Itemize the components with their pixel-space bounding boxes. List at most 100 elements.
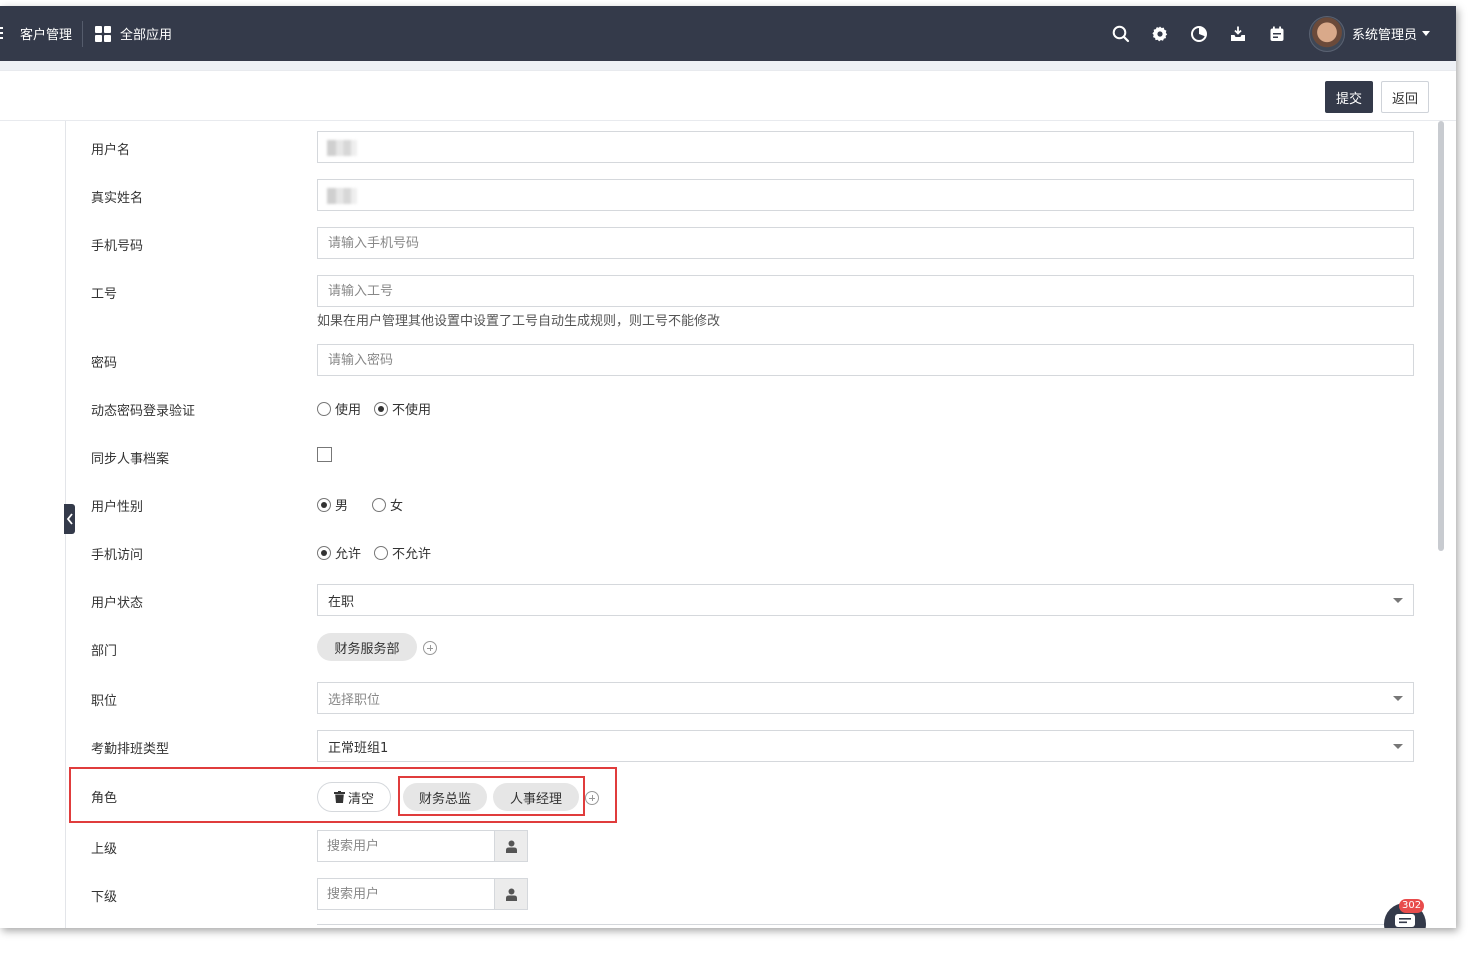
- gender-option-female: 女: [390, 499, 404, 514]
- radio-circle: [374, 545, 389, 560]
- label-department: 部门: [91, 644, 118, 659]
- back-button[interactable]: 返回: [1381, 81, 1429, 113]
- gender-radio-female[interactable]: 女: [372, 495, 403, 514]
- mobile-radio-deny[interactable]: 不允许: [374, 543, 431, 562]
- nav-all-apps[interactable]: 全部应用: [83, 6, 172, 61]
- status-value: 在职: [328, 594, 355, 610]
- chat-icon: [1395, 914, 1415, 927]
- label-superior: 上级: [91, 842, 118, 857]
- chevron-down-icon: [1393, 696, 1403, 701]
- row-phone: 手机号码: [66, 226, 1436, 260]
- search-icon[interactable]: [1111, 24, 1131, 44]
- next-field-edge: [317, 924, 1414, 928]
- row-sync-hr: 同步人事档案: [66, 446, 1436, 467]
- mobile-option-deny: 不允许: [392, 547, 432, 562]
- phone-input[interactable]: [317, 227, 1414, 259]
- radio-circle-selected: [374, 401, 389, 416]
- otp-radio-nouse[interactable]: 不使用: [374, 399, 431, 418]
- row-superior: 上级: [66, 829, 1436, 863]
- highlight-box-inner: [398, 776, 585, 816]
- label-status: 用户状态: [91, 596, 144, 611]
- label-position: 职位: [91, 694, 118, 709]
- label-username: 用户名: [91, 143, 131, 158]
- superior-search: [317, 830, 528, 862]
- label-password: 密码: [91, 356, 118, 371]
- app-window: 客户管理 全部应用 系统管理员 提交 返回 用户名 真实姓名 手机号码 请输入手…: [0, 6, 1456, 928]
- row-shift: 考勤排班类型 正常班组1: [66, 729, 1436, 763]
- user-icon: [505, 840, 517, 853]
- radio-circle: [372, 497, 387, 512]
- chevron-down-icon: [1393, 598, 1403, 603]
- gender-option-male: 男: [335, 499, 349, 514]
- superior-search-input[interactable]: [318, 831, 494, 861]
- gender-radio-group: 男 女: [317, 495, 416, 514]
- row-subordinate: 下级: [66, 877, 1436, 911]
- username-input[interactable]: [317, 131, 1414, 163]
- nav-customer-management[interactable]: 客户管理: [12, 6, 82, 61]
- otp-radio-use[interactable]: 使用: [317, 399, 361, 418]
- otp-option-nouse: 不使用: [392, 403, 432, 418]
- nav-all-apps-label: 全部应用: [120, 28, 173, 43]
- position-select[interactable]: 选择职位: [317, 682, 1414, 714]
- avatar[interactable]: [1308, 15, 1345, 52]
- row-jobno: 工号 如果在用户管理其他设置中设置了工号自动生成规则，则工号不能修改: [66, 274, 1436, 330]
- row-status: 用户状态 在职: [66, 583, 1436, 617]
- gear-icon[interactable]: [1150, 24, 1170, 44]
- subordinate-search-input[interactable]: [318, 879, 494, 909]
- label-sync-hr: 同步人事档案: [91, 452, 170, 467]
- mobile-access-radio-group: 允许 不允许: [317, 543, 444, 562]
- gender-radio-male[interactable]: 男: [317, 495, 348, 514]
- header-strip: [0, 61, 1456, 70]
- label-mobile-access: 手机访问: [91, 548, 144, 563]
- radio-circle: [317, 401, 331, 416]
- pie-chart-icon[interactable]: [1189, 24, 1209, 44]
- row-gender: 用户性别 男 女: [66, 494, 1436, 515]
- otp-option-use: 使用: [335, 403, 362, 418]
- subordinate-pick-button[interactable]: [494, 879, 527, 909]
- user-menu-caret-icon[interactable]: [1422, 31, 1430, 36]
- jobno-input[interactable]: [317, 275, 1414, 307]
- label-realname: 真实姓名: [91, 191, 144, 206]
- radio-circle-selected: [317, 497, 331, 512]
- row-mobile-access: 手机访问 允许 不允许: [66, 542, 1436, 563]
- realname-redacted-value: [327, 188, 357, 204]
- top-nav-bar: 客户管理 全部应用 系统管理员: [0, 6, 1456, 61]
- calendar-icon[interactable]: [1267, 24, 1287, 44]
- username-redacted-value: [327, 140, 357, 156]
- label-jobno: 工号: [91, 287, 118, 302]
- position-placeholder: 选择职位: [328, 692, 381, 708]
- realname-input[interactable]: [317, 179, 1414, 211]
- label-phone: 手机号码: [91, 239, 144, 254]
- row-username: 用户名: [66, 130, 1436, 164]
- scrollbar-thumb[interactable]: [1438, 121, 1444, 551]
- department-tag[interactable]: 财务服务部: [317, 633, 417, 661]
- apps-grid-icon: [95, 25, 112, 42]
- password-input[interactable]: [317, 344, 1414, 376]
- chevron-left-icon: [66, 513, 73, 525]
- menu-icon[interactable]: [0, 6, 12, 61]
- mobile-radio-allow[interactable]: 允许: [317, 543, 361, 562]
- status-select[interactable]: 在职: [317, 584, 1414, 616]
- radio-circle-selected: [317, 545, 331, 560]
- submit-button[interactable]: 提交: [1325, 81, 1373, 113]
- row-position: 职位 选择职位: [66, 681, 1436, 715]
- row-password: 密码: [66, 343, 1436, 377]
- row-department: 部门 财务服务部: [66, 633, 1436, 663]
- label-gender: 用户性别: [91, 500, 144, 515]
- superior-pick-button[interactable]: [494, 831, 527, 861]
- row-realname: 真实姓名: [66, 178, 1436, 212]
- inbox-icon[interactable]: [1228, 24, 1248, 44]
- otp-radio-group: 使用 不使用: [317, 399, 444, 418]
- label-subordinate: 下级: [91, 890, 118, 905]
- label-otp: 动态密码登录验证: [91, 404, 196, 419]
- shift-select[interactable]: 正常班组1: [317, 730, 1414, 762]
- form-toolbar: 提交 返回: [0, 70, 1456, 121]
- chevron-down-icon: [1393, 744, 1403, 749]
- label-shift: 考勤排班类型: [91, 742, 170, 757]
- sync-hr-checkbox[interactable]: [317, 447, 332, 462]
- add-department-icon[interactable]: [423, 641, 437, 655]
- chat-count-badge: 302: [1399, 899, 1425, 913]
- shift-value: 正常班组1: [328, 740, 389, 756]
- user-name[interactable]: 系统管理员: [1352, 24, 1417, 43]
- subordinate-search: [317, 878, 528, 910]
